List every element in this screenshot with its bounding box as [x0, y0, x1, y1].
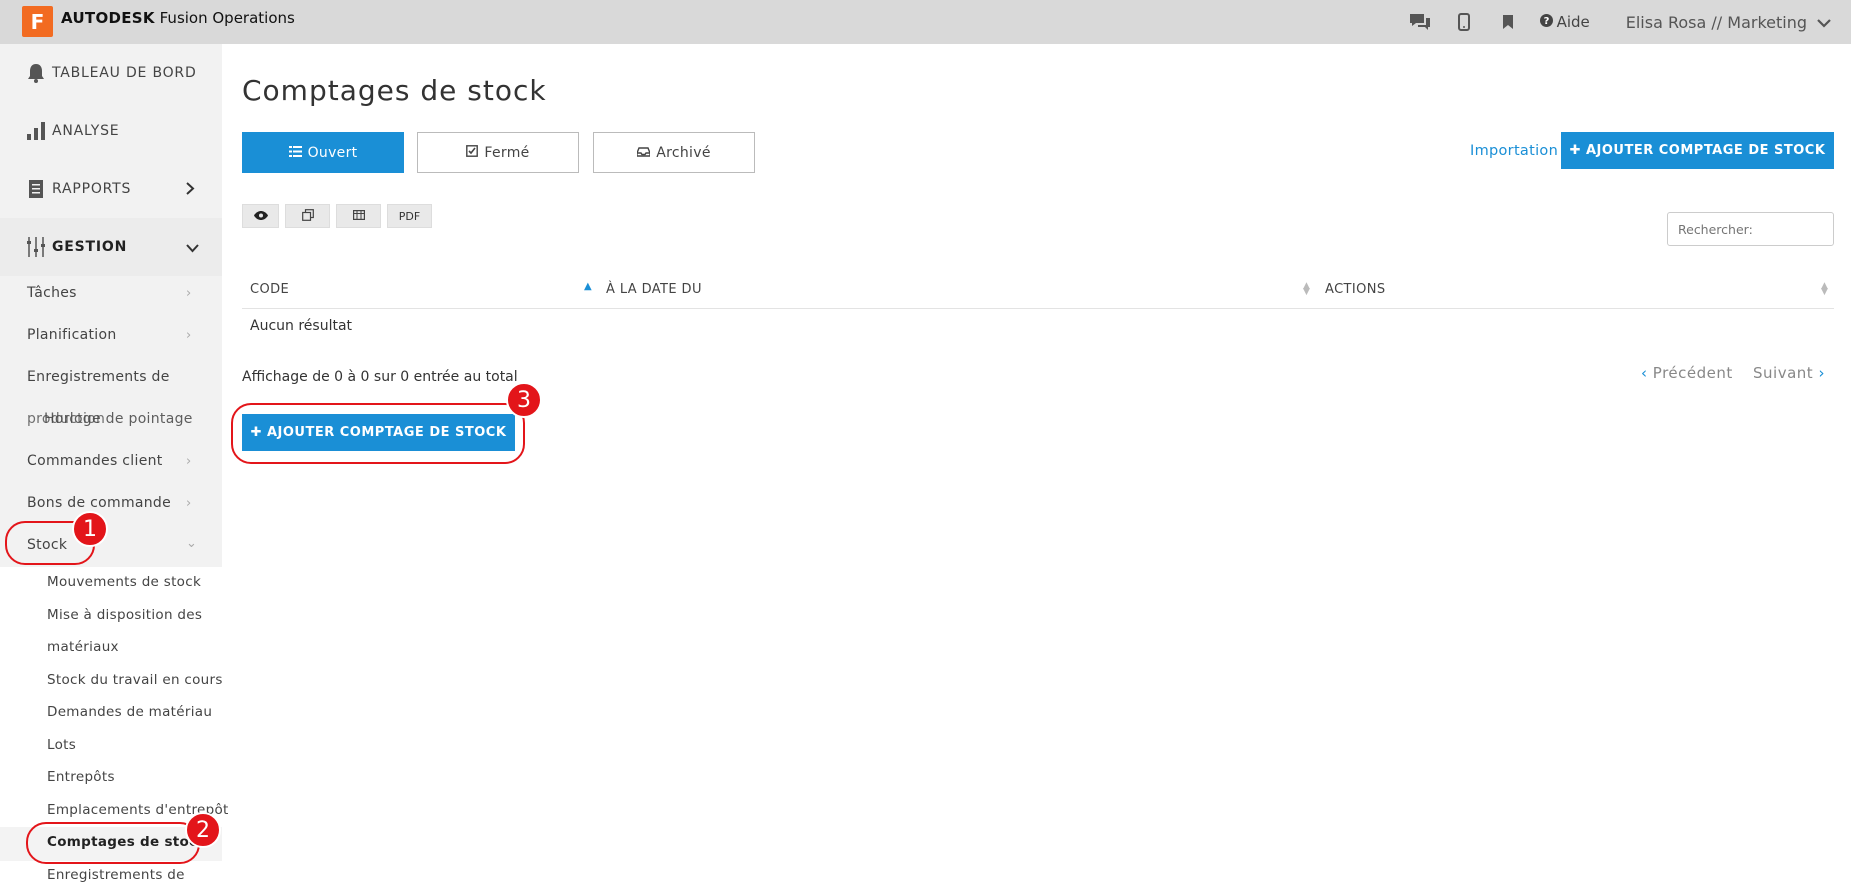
brand-name: AUTODESK — [61, 9, 155, 27]
sidebar-item-label: TABLEAU DE BORD — [52, 65, 197, 81]
list-icon — [288, 145, 302, 161]
chevron-right-icon: › — [186, 286, 192, 301]
sidebar-sub-enregistrements[interactable]: Enregistrements de — [27, 369, 170, 385]
stock-item-entrepots[interactable]: Entrepôts — [47, 769, 115, 785]
chevron-right-icon — [186, 180, 195, 199]
stock-item-mise-disposition[interactable]: Mise à disposition des — [47, 607, 202, 623]
annotation-ring-2 — [26, 822, 200, 864]
chevron-left-icon: ‹ — [1641, 364, 1648, 382]
stock-item-lots[interactable]: Lots — [47, 737, 76, 753]
tab-label: Ouvert — [307, 144, 358, 161]
chevron-down-icon — [1817, 13, 1831, 32]
report-icon — [25, 178, 47, 200]
checked-square-icon — [466, 144, 479, 161]
tab-ouvert[interactable]: Ouvert — [242, 132, 404, 173]
pager-previous[interactable]: ‹ Précédent — [1641, 364, 1733, 382]
add-stock-count-button[interactable]: ✚ AJOUTER COMPTAGE DE STOCK — [1561, 132, 1834, 169]
pager-previous-label: Précédent — [1652, 364, 1733, 382]
annotation-badge-3: 3 — [506, 382, 542, 418]
column-header-date[interactable]: À LA DATE DU — [606, 282, 702, 297]
sidebar-item-analyse[interactable]: ANALYSE — [0, 102, 222, 160]
empty-message: Aucun résultat — [250, 318, 353, 334]
pdf-button[interactable]: PDF — [387, 204, 432, 228]
chevron-right-icon: › — [186, 328, 192, 343]
pager-next[interactable]: Suivant › — [1753, 364, 1825, 382]
table-info: Affichage de 0 à 0 sur 0 entrée au total — [242, 369, 518, 385]
sidebar-sub-commandes-client[interactable]: Commandes client — [27, 453, 163, 469]
table-header-divider — [242, 308, 1834, 309]
help-label: Aide — [1556, 13, 1590, 31]
annotation-badge-1: 1 — [72, 511, 108, 547]
copy-button[interactable] — [285, 204, 330, 228]
sidebar-item-rapports[interactable]: RAPPORTS — [0, 160, 222, 218]
chevron-down-icon — [186, 238, 199, 257]
sort-icon[interactable]: ▲ ▼ — [1821, 282, 1828, 297]
annotation-ring-3 — [231, 403, 525, 464]
stock-item-mouvements[interactable]: Mouvements de stock — [47, 574, 201, 590]
stock-item-enregistrements[interactable]: Enregistrements de — [47, 867, 185, 883]
mobile-icon[interactable] — [1442, 0, 1486, 44]
bell-icon — [25, 62, 47, 84]
eye-icon — [253, 210, 268, 223]
sidebar-sub-horloge[interactable]: Horloge de pointage — [44, 411, 193, 427]
pager-next-label: Suivant — [1753, 364, 1814, 382]
svg-text:?: ? — [1543, 16, 1549, 27]
chevron-right-icon: › — [186, 496, 192, 511]
search-input[interactable] — [1667, 212, 1834, 246]
sort-asc-icon[interactable]: ▲ — [584, 281, 592, 292]
page-title: Comptages de stock — [242, 74, 547, 107]
sidebar-item-dashboard[interactable]: TABLEAU DE BORD — [0, 44, 222, 102]
product-name: Fusion Operations — [159, 9, 295, 27]
eye-toggle-button[interactable] — [242, 204, 279, 228]
app-name: AUTODESK Fusion Operations — [61, 9, 295, 27]
bookmark-icon[interactable] — [1486, 0, 1530, 44]
sidebar-item-label: RAPPORTS — [52, 181, 132, 197]
fusion-logo[interactable]: F — [22, 6, 53, 37]
column-header-actions[interactable]: ACTIONS — [1325, 282, 1386, 297]
tab-label: Fermé — [484, 144, 530, 161]
tab-ferme[interactable]: Fermé — [417, 132, 579, 173]
column-header-code[interactable]: CODE — [250, 282, 289, 297]
sort-icon[interactable]: ▲ ▼ — [1303, 282, 1310, 297]
question-circle-icon: ? — [1539, 13, 1553, 31]
stock-item-mise-disposition-cont[interactable]: matériaux — [47, 639, 119, 655]
sliders-icon — [25, 236, 47, 258]
inbox-icon — [636, 145, 651, 161]
import-link[interactable]: Importation — [1470, 143, 1558, 159]
stock-item-demandes-materiau[interactable]: Demandes de matériau — [47, 704, 212, 720]
sidebar-sub-planification[interactable]: Planification — [27, 327, 117, 343]
chevron-right-icon: › — [1818, 364, 1825, 382]
table-icon — [352, 209, 365, 223]
chevron-down-icon: ⌄ — [186, 536, 197, 551]
sidebar-sub-bons-commande[interactable]: Bons de commande — [27, 495, 171, 511]
sidebar-sub-taches[interactable]: Tâches — [27, 285, 77, 301]
chat-icon[interactable] — [1398, 0, 1442, 44]
bar-chart-icon — [25, 120, 47, 142]
annotation-badge-2: 2 — [185, 812, 221, 848]
sidebar-item-gestion[interactable]: GESTION — [0, 218, 222, 276]
chevron-right-icon: › — [186, 454, 192, 469]
sidebar-item-label: ANALYSE — [52, 123, 120, 139]
sidebar-item-label: GESTION — [52, 239, 128, 255]
tab-label: Archivé — [656, 144, 711, 161]
stock-item-travail-en-cours[interactable]: Stock du travail en cours — [47, 672, 223, 688]
help-link[interactable]: ? Aide — [1539, 13, 1590, 31]
csv-button[interactable] — [336, 204, 381, 228]
top-bar: F AUTODESK Fusion Operations ? Aide Elis… — [0, 0, 1851, 44]
user-label: Elisa Rosa // Marketing — [1625, 12, 1807, 32]
user-menu[interactable]: Elisa Rosa // Marketing — [1626, 13, 1831, 32]
tab-archive[interactable]: Archivé — [593, 132, 755, 173]
sidebar: TABLEAU DE BORD ANALYSE RAPPORTS GESTION… — [0, 44, 228, 895]
copy-icon — [301, 208, 314, 224]
top-right-tools: ? Aide Elisa Rosa // Marketing — [1398, 0, 1831, 44]
